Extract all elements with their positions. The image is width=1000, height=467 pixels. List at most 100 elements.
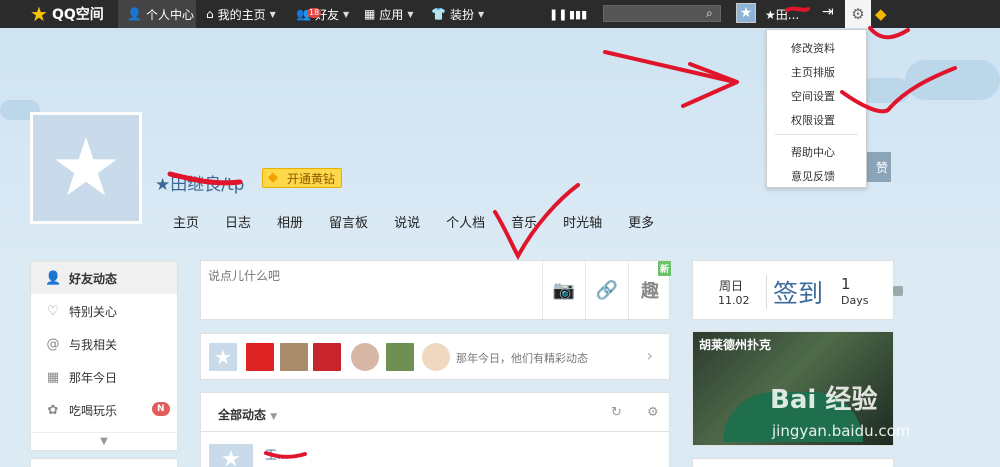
pause-music-icon[interactable]: ❚❚ [549, 0, 567, 28]
chevron-down-icon: ▼ [269, 9, 276, 19]
profile-avatar[interactable]: ★ [30, 112, 142, 224]
logo-text: QQ空间 [51, 7, 104, 23]
chevron-right-icon[interactable]: › [647, 346, 653, 365]
sidebar-item-friend-feed[interactable]: 👤 好友动态 [31, 262, 177, 294]
nav-album[interactable]: 相册 [264, 212, 316, 231]
signin-date: 11.02 [718, 294, 750, 307]
baidu-watermark: Bai 经验 [770, 385, 878, 415]
person-icon: 👤 [45, 270, 62, 286]
star-logo-icon: ★ [30, 2, 48, 26]
signin-count: 1 [841, 275, 851, 293]
topbar-item-friends[interactable]: 👥 18 好友 ▼ [296, 0, 349, 28]
ad-title: 胡莱德州扑克 [699, 338, 772, 352]
topbar-item-label: 应用 [379, 7, 404, 22]
menu-item-feedback[interactable]: 意见反馈 [791, 168, 835, 184]
nav-home[interactable]: 主页 [160, 212, 212, 231]
friend-avatar[interactable] [351, 343, 379, 371]
feed-title: 全部动态 [218, 408, 267, 422]
nav-guestbook[interactable]: 留言板 [316, 212, 381, 231]
topbar-item-apps[interactable]: ▦ 应用 ▼ [364, 0, 414, 28]
search-input[interactable] [603, 5, 721, 22]
friend-avatar[interactable] [386, 343, 414, 371]
friend-avatar[interactable] [313, 343, 341, 371]
sidebar-secondary-panel [30, 458, 178, 467]
sidebar-item-special-care[interactable]: ♡ 特别关心 [31, 295, 177, 327]
right-secondary-panel [692, 458, 894, 467]
nav-more[interactable]: 更多 [615, 212, 667, 231]
logout-icon[interactable]: ⇥ [822, 4, 838, 22]
at-icon: @ [46, 336, 60, 352]
chevron-down-icon: ▼ [270, 412, 278, 422]
calendar-icon: ▦ [46, 369, 60, 385]
menu-item-permissions[interactable]: 权限设置 [791, 112, 835, 128]
friend-avatar[interactable] [280, 343, 308, 371]
friend-avatar[interactable] [422, 343, 450, 371]
default-avatar-star-icon: ★ [50, 121, 122, 214]
sidebar-item-related-to-me[interactable]: @ 与我相关 [31, 328, 177, 360]
friend-avatar[interactable] [246, 343, 274, 371]
feed-filter-all[interactable]: 全部动态 ▼ [218, 406, 277, 423]
topbar-item-label: 装扮 [449, 7, 474, 22]
chevron-down-icon: ▼ [407, 9, 414, 19]
composer-placeholder[interactable]: 说点儿什么吧 [208, 267, 280, 284]
user-avatar[interactable]: ★ [736, 3, 756, 23]
settings-gear-icon[interactable]: ⚙ [845, 0, 871, 28]
chevron-down-icon: ▼ [342, 9, 350, 19]
signin-toggle-tab[interactable] [893, 286, 903, 296]
gear-icon[interactable]: ⚙ [647, 405, 659, 420]
nav-blog[interactable]: 日志 [212, 212, 264, 231]
menu-item-layout[interactable]: 主页排版 [791, 64, 835, 80]
menu-item-help[interactable]: 帮助中心 [791, 144, 835, 160]
sidebar-item-on-this-day[interactable]: ▦ 那年今日 [31, 361, 177, 393]
nav-music[interactable]: 音乐 [498, 212, 550, 231]
feed-header: 全部动态 ▼ ↻ ⚙ [200, 392, 670, 432]
camera-icon[interactable]: 📷 [542, 261, 585, 319]
profile-name[interactable]: ★田继良/tp [155, 170, 244, 195]
person-icon: 👤 [127, 7, 142, 21]
feed-item: ★ 王... [200, 432, 670, 467]
sidebar-item-eat-drink-play[interactable]: ✿ 吃喝玩乐 N [31, 394, 177, 426]
shirt-icon: 👕 [431, 7, 446, 21]
top-bar: ★ QQ空间 👤 个人中心 ⌂ 我的主页 ▼ 👥 18 好友 ▼ ▦ 应用 ▼ 👕… [0, 0, 1000, 28]
sidebar-item-label: 特别关心 [69, 304, 118, 319]
chevron-down-icon[interactable]: ▼ [31, 432, 177, 450]
new-tag: 新 [657, 261, 671, 276]
topbar-item-personal-center[interactable]: 👤 个人中心 [118, 0, 196, 28]
open-yellow-diamond-button[interactable]: 开通黄钻 [262, 168, 343, 188]
fun-icon[interactable]: 趣 新 [628, 261, 671, 319]
yellow-diamond-icon[interactable]: ◆ [875, 5, 887, 23]
friends-icon: 👥 18 [296, 7, 322, 21]
nav-shuoshuo[interactable]: 说说 [381, 212, 433, 231]
post-composer[interactable]: 说点儿什么吧 📷 🔗 趣 新 [200, 260, 671, 320]
chevron-down-icon: ▼ [477, 9, 485, 19]
gift-icon: ✿ [47, 402, 59, 418]
link-icon[interactable]: 🔗 [585, 261, 628, 319]
poster-avatar[interactable]: ★ [209, 444, 253, 467]
sidebar-item-label: 吃喝玩乐 [69, 403, 118, 418]
profile-nav: 主页 日志 相册 留言板 说说 个人档 音乐 时光轴 更多 [160, 212, 667, 231]
topbar-item-label: 我的主页 [217, 7, 266, 22]
signin-unit: Days [841, 294, 869, 307]
stats-icon[interactable]: ▮▮▮ [569, 0, 587, 28]
friend-avatar[interactable]: ★ [209, 343, 237, 371]
topbar-username[interactable]: ★田... [765, 0, 799, 28]
menu-item-edit-profile[interactable]: 修改资料 [791, 40, 835, 56]
baidu-watermark-url: jingyan.baidu.com [772, 422, 911, 440]
menu-item-space-settings[interactable]: 空间设置 [791, 88, 835, 104]
poster-name[interactable]: 王... [265, 446, 288, 463]
cloud-decoration [860, 78, 910, 103]
on-this-day-bar[interactable]: ★ 那年今日，他们有精彩动态 › [200, 333, 670, 380]
nav-profile[interactable]: 个人档 [433, 212, 498, 231]
on-this-day-text: 那年今日，他们有精彩动态 [456, 352, 588, 365]
topbar-item-my-home[interactable]: ⌂ 我的主页 ▼ [206, 0, 276, 28]
search-icon[interactable]: ⌕ [706, 5, 720, 22]
signin-button[interactable]: 签到 [766, 275, 823, 309]
qzone-logo[interactable]: ★ QQ空间 [30, 0, 104, 28]
home-icon: ⌂ [206, 7, 214, 21]
heart-icon: ♡ [47, 303, 59, 319]
sidebar-item-label: 与我相关 [69, 337, 118, 352]
refresh-icon[interactable]: ↻ [611, 405, 622, 420]
topbar-item-decorate[interactable]: 👕 装扮 ▼ [431, 0, 484, 28]
signin-widget[interactable]: 周日 11.02 签到 1 Days [692, 260, 903, 320]
nav-timeline[interactable]: 时光轴 [550, 212, 615, 231]
